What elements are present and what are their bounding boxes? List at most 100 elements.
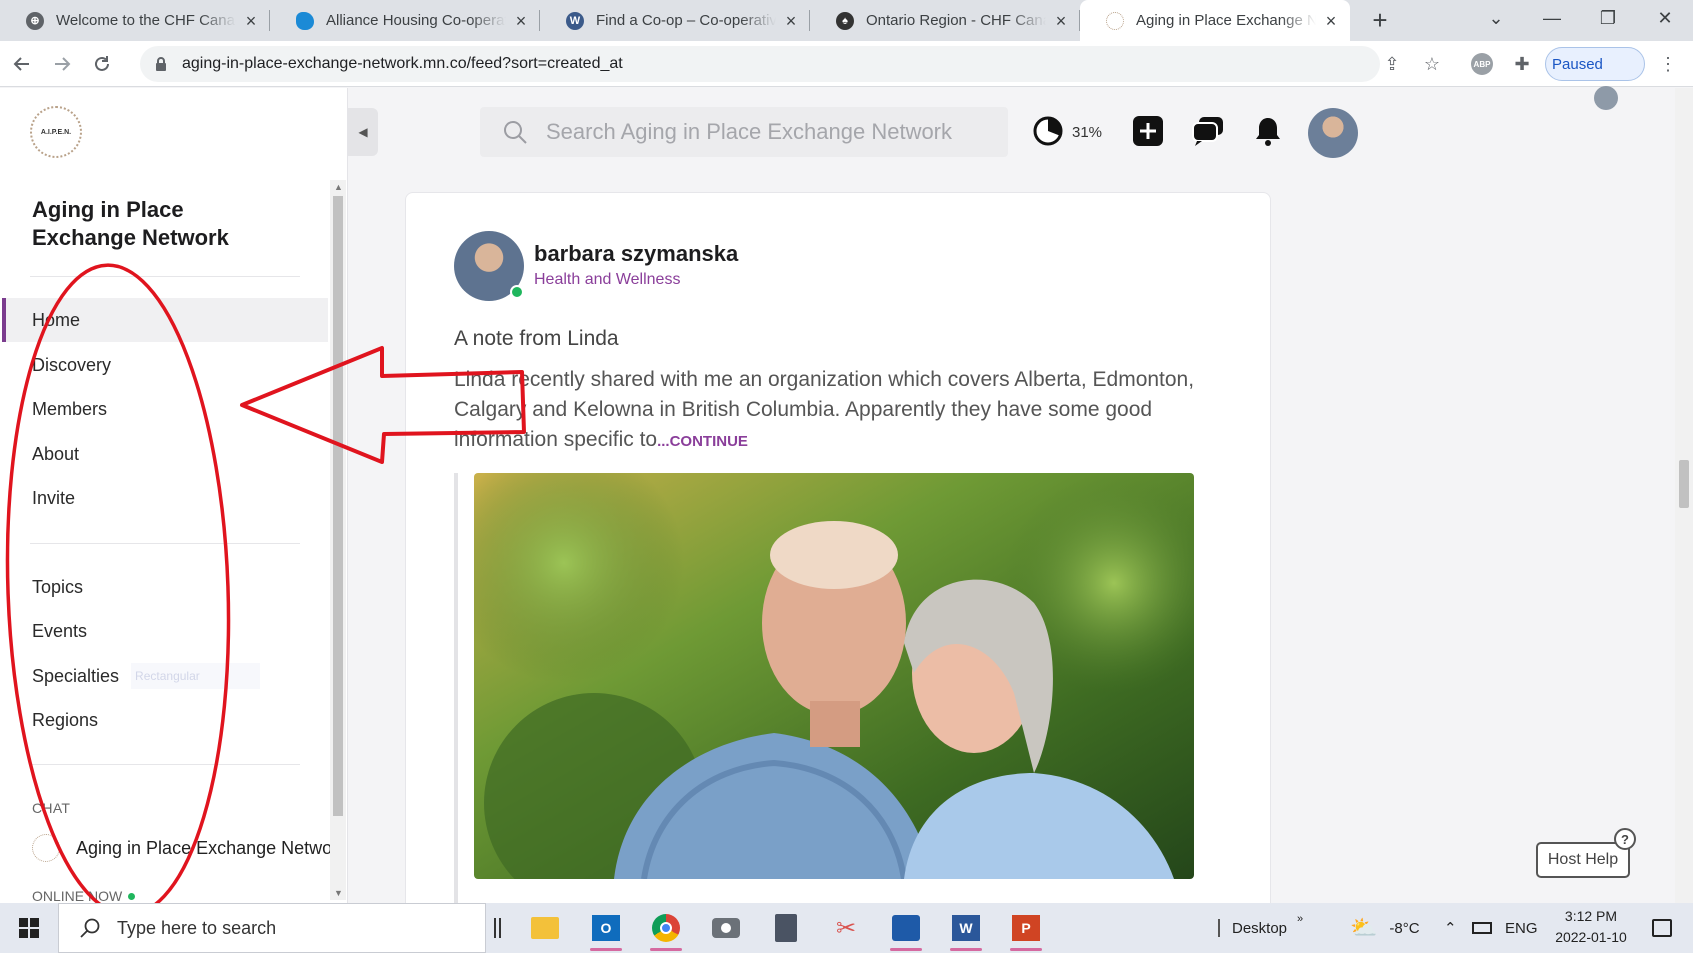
weather-widget[interactable]: ⛅ -8°C xyxy=(1350,903,1420,953)
scrollbar-thumb[interactable] xyxy=(333,196,343,816)
bookmark-star-icon[interactable]: ☆ xyxy=(1420,52,1444,76)
sidebar-item-specialties[interactable]: Specialties Rectangular xyxy=(2,654,328,698)
powerpoint-icon[interactable]: P xyxy=(998,903,1054,953)
host-help-button[interactable]: Host Help ? xyxy=(1536,828,1636,878)
sidebar-item-topics[interactable]: Topics xyxy=(2,565,328,609)
post-space-link[interactable]: Health and Wellness xyxy=(534,271,680,289)
outlook-icon[interactable]: O xyxy=(578,903,634,953)
new-tab-button[interactable]: + xyxy=(1360,0,1400,41)
extensions-puzzle-icon[interactable]: ✚ xyxy=(1510,52,1534,76)
chat-heading: CHAT xyxy=(32,800,71,816)
author-avatar[interactable] xyxy=(454,231,524,301)
calculator-icon[interactable] xyxy=(758,903,814,953)
close-tab-icon[interactable]: × xyxy=(1322,12,1340,30)
taskbar-clock[interactable]: 3:12 PM 2022-01-10 xyxy=(1546,906,1636,948)
url-text: aging-in-place-exchange-network.mn.co/fe… xyxy=(182,55,623,72)
lock-icon xyxy=(156,57,166,71)
community-sidebar: A.I.P.E.N. Aging in Place Exchange Netwo… xyxy=(0,88,348,904)
browser-toolbar: aging-in-place-exchange-network.mn.co/fe… xyxy=(0,41,1693,110)
search-icon xyxy=(504,121,527,144)
sidebar-divider xyxy=(30,276,300,277)
scroll-down-icon[interactable]: ▼ xyxy=(334,888,343,898)
browser-tab[interactable]: W Find a Co-op – Co-operative × xyxy=(540,0,810,41)
collapse-sidebar-button[interactable]: ◀ xyxy=(348,108,378,156)
browser-tab-active[interactable]: Aging in Place Exchange Network × xyxy=(1080,0,1350,41)
back-button[interactable] xyxy=(4,46,40,82)
sidebar-item-regions[interactable]: Regions xyxy=(2,698,328,742)
sidebar-item-invite[interactable]: Invite xyxy=(2,476,328,520)
page-scrollbar[interactable] xyxy=(1675,88,1693,903)
add-post-button[interactable] xyxy=(1130,113,1166,149)
post-title[interactable]: A note from Linda xyxy=(454,327,619,351)
tray-overflow-icon[interactable]: ⌃ xyxy=(1444,903,1457,953)
close-window-button[interactable]: ✕ xyxy=(1637,0,1693,37)
forward-button[interactable] xyxy=(44,46,80,82)
taskbar-search-placeholder: Type here to search xyxy=(117,917,277,938)
tab-label: Find a Co-op – Co-operative xyxy=(596,12,776,29)
tab-label: Welcome to the CHF Canada xyxy=(56,12,236,29)
close-tab-icon[interactable]: × xyxy=(242,12,260,30)
tab-search-chevron-icon[interactable]: ⌄ xyxy=(1468,0,1524,37)
browser-tab[interactable]: Alliance Housing Co-operative × xyxy=(270,0,540,41)
battery-icon[interactable] xyxy=(1472,903,1492,953)
post-photo[interactable] xyxy=(474,473,1194,879)
camera-icon[interactable] xyxy=(698,903,754,953)
community-name[interactable]: Aging in Place Exchange Network xyxy=(32,196,292,252)
sidebar-item-home[interactable]: Home xyxy=(2,298,328,342)
browser-tab[interactable]: ♠ Ontario Region - CHF Canada × xyxy=(810,0,1080,41)
reload-button[interactable] xyxy=(84,46,120,82)
sidebar-divider xyxy=(30,764,300,765)
restore-button[interactable]: ❐ xyxy=(1580,0,1636,37)
adblock-icon[interactable]: ABP xyxy=(1470,52,1494,76)
online-dot-icon xyxy=(510,285,524,299)
browser-tab-strip: ⊕ Welcome to the CHF Canada × Alliance H… xyxy=(0,0,1693,41)
chrome-icon[interactable] xyxy=(638,903,694,953)
share-icon[interactable]: ⇪ xyxy=(1380,52,1404,76)
profile-paused-button[interactable]: Paused xyxy=(1545,47,1645,110)
taskbar-search-input[interactable]: Type here to search xyxy=(58,903,486,953)
sidebar-item-discovery[interactable]: Discovery xyxy=(2,343,328,387)
browser-tab[interactable]: ⊕ Welcome to the CHF Canada × xyxy=(0,0,270,41)
question-icon: ? xyxy=(1614,828,1636,850)
sidebar-item-members[interactable]: Members xyxy=(2,387,328,431)
search-input[interactable]: Search Aging in Place Exchange Network xyxy=(480,107,1008,157)
chat-item[interactable]: Aging in Place Exchange Network xyxy=(32,834,332,862)
sidebar-item-label: Specialties xyxy=(32,665,120,686)
close-tab-icon[interactable]: × xyxy=(512,12,530,30)
chat-bubbles-icon[interactable] xyxy=(1190,113,1226,149)
tooltip-hint: Rectangular xyxy=(131,663,260,689)
desktop-toolbar[interactable]: Desktop» xyxy=(1218,903,1303,953)
scrollbar-thumb[interactable] xyxy=(1679,460,1689,508)
close-tab-icon[interactable]: × xyxy=(1052,12,1070,30)
minimize-button[interactable]: — xyxy=(1524,0,1580,37)
community-logo[interactable]: A.I.P.E.N. xyxy=(30,106,82,158)
post-author[interactable]: barbara szymanska xyxy=(534,241,738,267)
snipping-tool-icon[interactable]: ✂ xyxy=(818,903,874,953)
close-tab-icon[interactable]: × xyxy=(782,12,800,30)
word-icon[interactable]: W xyxy=(938,903,994,953)
browser-menu-icon[interactable]: ⋮ xyxy=(1656,52,1680,76)
online-now-label: ONLINE NOW xyxy=(32,888,123,904)
notifications-bell-icon[interactable] xyxy=(1250,113,1286,149)
sidebar-item-about[interactable]: About xyxy=(2,432,328,476)
user-avatar[interactable] xyxy=(1308,108,1358,158)
profile-avatar xyxy=(1594,86,1618,110)
task-view-icon[interactable] xyxy=(490,903,504,953)
file-explorer-icon[interactable] xyxy=(517,903,573,953)
online-dot-icon xyxy=(128,892,136,900)
windows-start-button[interactable] xyxy=(0,903,58,953)
remote-desktop-icon[interactable] xyxy=(878,903,934,953)
scroll-up-icon[interactable]: ▲ xyxy=(334,182,343,192)
language-indicator[interactable]: ENG xyxy=(1505,903,1538,953)
notification-center-icon[interactable] xyxy=(1652,903,1672,953)
progress-pie-icon[interactable] xyxy=(1030,113,1066,149)
temperature: -8°C xyxy=(1389,919,1420,937)
continue-link[interactable]: ...CONTINUE xyxy=(657,433,748,450)
clock-date: 2022-01-10 xyxy=(1555,929,1627,945)
host-help-label: Host Help xyxy=(1547,851,1619,868)
community-logo-icon xyxy=(1106,11,1124,30)
address-bar[interactable]: aging-in-place-exchange-network.mn.co/fe… xyxy=(140,46,1380,82)
sidebar-item-label: Invite xyxy=(32,487,76,508)
sidebar-item-events[interactable]: Events xyxy=(2,609,328,653)
sidebar-scrollbar[interactable]: ▲ ▼ xyxy=(330,180,346,900)
